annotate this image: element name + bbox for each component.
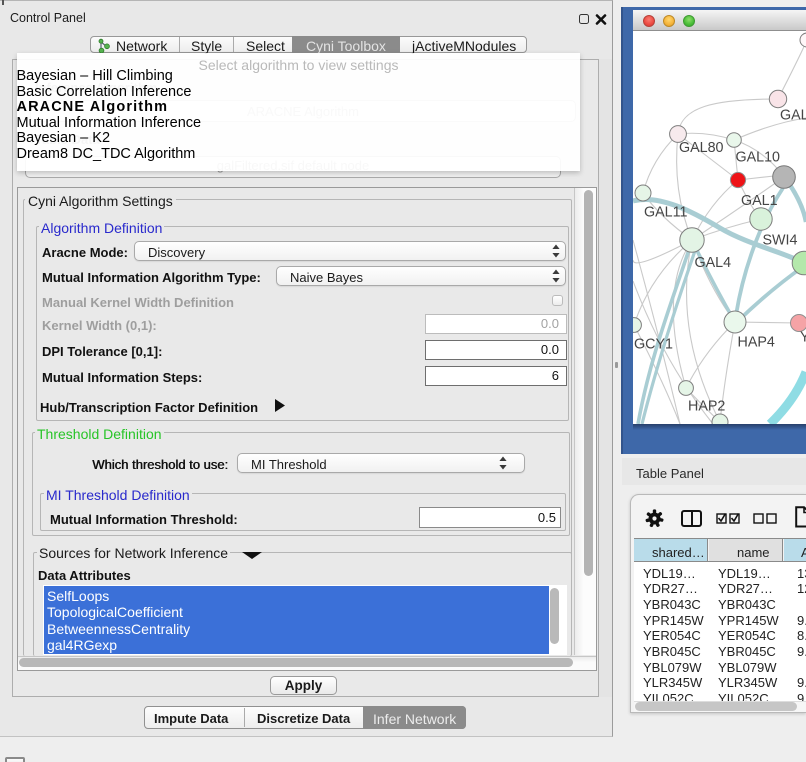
svg-text:GAL1: GAL1 [741, 193, 778, 209]
svg-text:GAL8: GAL8 [780, 108, 806, 124]
svg-text:GAL11: GAL11 [644, 205, 687, 221]
svg-text:HAP2: HAP2 [688, 399, 725, 415]
svg-text:Y: Y [800, 330, 806, 346]
svg-text:GAL4: GAL4 [695, 255, 732, 271]
svg-text:SWI4: SWI4 [763, 233, 798, 249]
svg-text:GCY1: GCY1 [634, 337, 673, 353]
svg-text:GAL80: GAL80 [679, 140, 724, 156]
svg-text:HAP4: HAP4 [738, 335, 775, 351]
svg-text:GAL10: GAL10 [736, 150, 781, 166]
